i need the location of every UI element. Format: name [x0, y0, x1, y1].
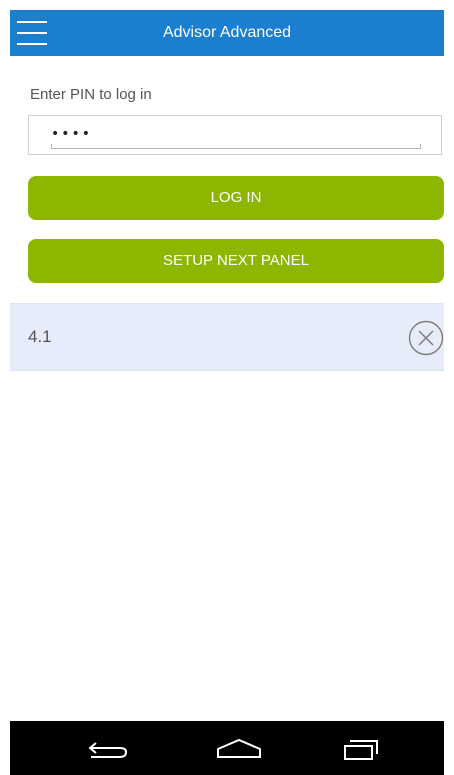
back-button[interactable]	[74, 721, 144, 775]
app-bar: Advisor Advanced	[10, 10, 444, 56]
pin-field[interactable]	[28, 115, 442, 155]
pin-input[interactable]	[51, 122, 411, 146]
back-icon	[88, 742, 128, 758]
close-circle-icon	[408, 320, 444, 356]
panel-name: 4.1	[28, 327, 52, 346]
pin-underline	[51, 144, 421, 149]
setup-next-panel-button[interactable]: SETUP NEXT PANEL	[28, 239, 444, 283]
menu-button[interactable]	[10, 10, 56, 56]
pin-label: Enter PIN to log in	[30, 86, 152, 103]
login-button[interactable]: LOG IN	[28, 176, 444, 220]
home-button[interactable]	[206, 721, 276, 775]
app-title: Advisor Advanced	[162, 24, 292, 41]
home-icon	[217, 738, 261, 758]
navigation-bar	[10, 721, 444, 775]
screen: Advisor Advanced Enter PIN to log in LOG…	[0, 0, 454, 775]
hamburger-menu-icon	[17, 21, 47, 45]
remove-panel-button[interactable]	[408, 320, 444, 356]
recent-apps-button[interactable]	[336, 721, 406, 775]
recent-apps-icon	[344, 740, 378, 760]
panel-list-item[interactable]: 4.1	[10, 303, 444, 371]
